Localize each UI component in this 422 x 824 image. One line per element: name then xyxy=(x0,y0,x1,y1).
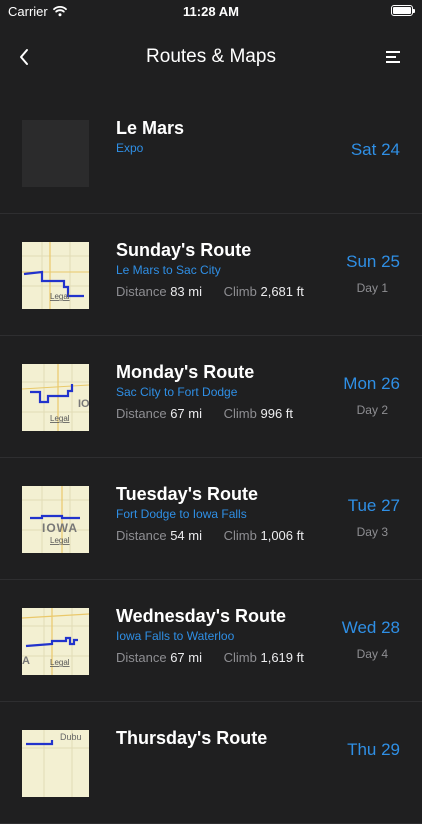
route-date: Wed 28 xyxy=(341,618,400,637)
map-place-label: IOWA xyxy=(42,521,78,535)
route-day: Day 4 xyxy=(356,647,388,661)
route-date: Sun 25 xyxy=(346,252,400,271)
map-place-label: A xyxy=(22,655,30,667)
climb-label: Climb xyxy=(223,528,257,543)
route-title: Thursday's Route xyxy=(116,728,268,748)
route-stats: Distance 67 mi Climb 996 ft xyxy=(116,406,293,421)
route-day: Day 1 xyxy=(356,281,388,295)
route-map-thumbnail: Dubu xyxy=(22,730,89,797)
legal-link[interactable]: Legal xyxy=(50,292,70,301)
map-place-label: IO xyxy=(78,398,89,410)
menu-icon xyxy=(386,51,400,63)
route-title: Le Mars xyxy=(116,118,185,138)
route-row-wed[interactable]: A Legal Wednesday's Route Iowa Falls to … xyxy=(0,580,422,702)
route-map-thumbnail: IOWA Legal xyxy=(22,486,89,553)
route-row-tue[interactable]: IOWA Legal Tuesday's Route Fort Dodge to… xyxy=(0,458,422,580)
distance-label: Distance xyxy=(116,284,167,299)
climb-label: Climb xyxy=(223,650,257,665)
route-map-thumbnail: A Legal xyxy=(22,608,89,675)
route-title: Tuesday's Route xyxy=(116,484,258,504)
route-date: Tue 27 xyxy=(347,496,400,515)
route-subtitle: Expo xyxy=(116,141,144,155)
distance-value: 67 mi xyxy=(170,406,202,421)
navigation-bar: Routes & Maps xyxy=(0,34,422,80)
route-row-sat[interactable]: Le Mars Expo Sat 24 xyxy=(0,92,422,214)
status-bar: Carrier 11:28 AM xyxy=(0,0,422,24)
route-map-thumbnail-empty xyxy=(22,120,89,187)
climb-value: 996 ft xyxy=(260,406,294,421)
route-subtitle: Iowa Falls to Waterloo xyxy=(116,629,235,643)
climb-value: 1,006 ft xyxy=(260,528,304,543)
route-stats: Distance 54 mi Climb 1,006 ft xyxy=(116,528,304,543)
legal-link[interactable]: Legal xyxy=(50,536,70,545)
climb-label: Climb xyxy=(223,284,257,299)
route-map-thumbnail: IO Legal xyxy=(22,364,89,431)
route-row-mon[interactable]: IO Legal Monday's Route Sac City to Fort… xyxy=(0,336,422,458)
route-row-sun[interactable]: Legal Sunday's Route Le Mars to Sac City… xyxy=(0,214,422,336)
route-list: Le Mars Expo Sat 24 Legal Sunday's Route… xyxy=(0,92,422,824)
battery-fill xyxy=(393,7,411,14)
distance-value: 83 mi xyxy=(170,284,202,299)
route-stats: Distance 67 mi Climb 1,619 ft xyxy=(116,650,304,665)
legal-link[interactable]: Legal xyxy=(50,658,70,667)
route-date: Mon 26 xyxy=(343,374,400,393)
page-title: Routes & Maps xyxy=(146,46,276,67)
route-day: Day 2 xyxy=(356,403,388,417)
route-day: Day 3 xyxy=(356,525,388,539)
distance-value: 67 mi xyxy=(170,650,202,665)
route-title: Monday's Route xyxy=(116,362,255,382)
menu-button[interactable] xyxy=(384,47,404,67)
battery-icon xyxy=(391,5,415,16)
route-title: Sunday's Route xyxy=(116,240,252,260)
climb-value: 1,619 ft xyxy=(260,650,304,665)
route-subtitle: Fort Dodge to Iowa Falls xyxy=(116,507,247,521)
legal-link[interactable]: Legal xyxy=(50,414,70,423)
route-date: Sat 24 xyxy=(350,140,400,159)
distance-value: 54 mi xyxy=(170,528,202,543)
distance-label: Distance xyxy=(116,528,167,543)
distance-label: Distance xyxy=(116,650,167,665)
route-subtitle: Sac City to Fort Dodge xyxy=(116,385,238,399)
clock: 11:28 AM xyxy=(183,4,239,19)
route-row-thu[interactable]: Dubu Thursday's Route Thu 29 xyxy=(0,702,422,824)
route-map-thumbnail: Legal xyxy=(22,242,89,309)
route-stats: Distance 83 mi Climb 2,681 ft xyxy=(116,284,304,299)
climb-value: 2,681 ft xyxy=(260,284,304,299)
map-place-label: Dubu xyxy=(60,732,82,742)
route-title: Wednesday's Route xyxy=(116,606,286,626)
climb-label: Climb xyxy=(223,406,257,421)
distance-label: Distance xyxy=(116,406,167,421)
route-date: Thu 29 xyxy=(347,740,400,759)
route-subtitle: Le Mars to Sac City xyxy=(116,263,221,277)
